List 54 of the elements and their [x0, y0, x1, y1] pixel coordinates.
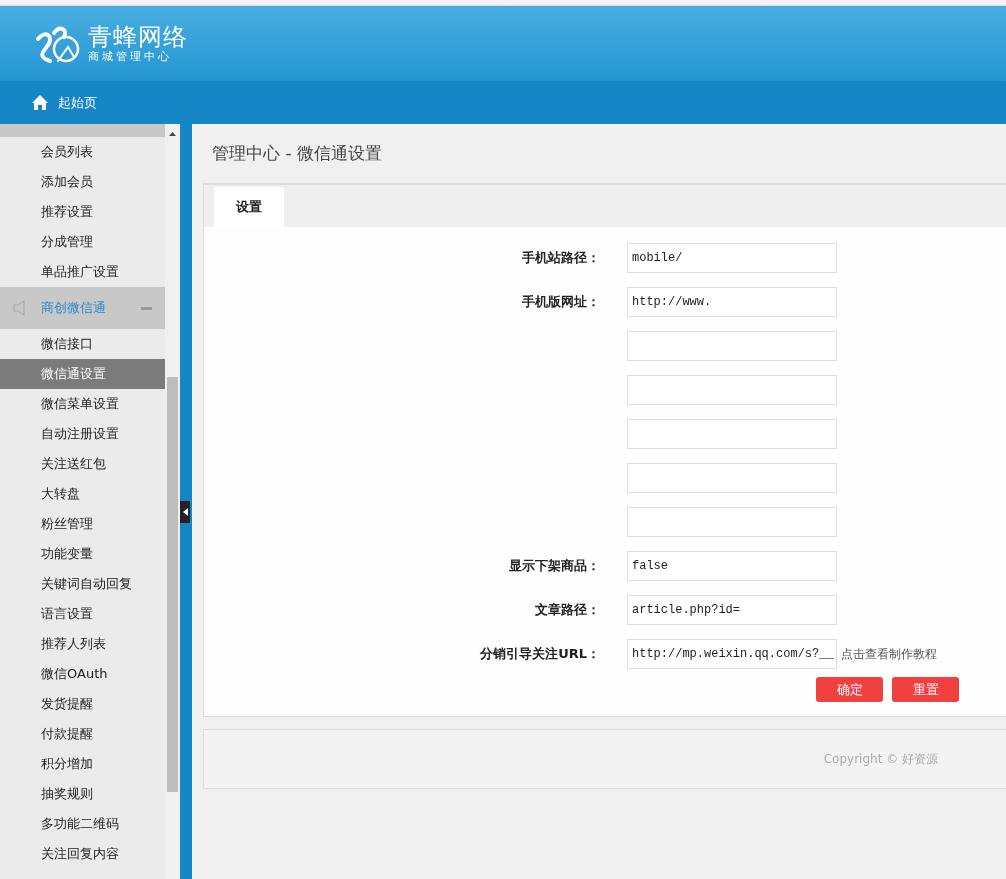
logo-subtitle: 商城管理中心: [88, 49, 173, 64]
sidebar-item[interactable]: 关键词自动回复: [0, 569, 165, 599]
sidebar-item[interactable]: 付款提醒: [0, 719, 165, 749]
field-label: 文章路径：: [534, 601, 601, 619]
field-label: 手机版网址：: [521, 293, 601, 311]
scrollbar[interactable]: [165, 124, 180, 879]
copyright-text: Copyright © 好资源: [823, 750, 938, 768]
triangle-left-icon: [182, 508, 188, 516]
sidebar-item[interactable]: 大转盘: [0, 479, 165, 509]
home-link[interactable]: 起始页: [58, 93, 97, 112]
sidebar-item[interactable]: 微信接口: [0, 329, 165, 359]
input-field[interactable]: [627, 375, 837, 405]
sidebar-item[interactable]: 微信OAuth: [0, 659, 165, 689]
speaker-icon: [13, 300, 27, 316]
field-label: 手机站路径：: [521, 249, 601, 267]
sidebar-item[interactable]: 分成管理: [0, 227, 165, 257]
input-field[interactable]: [627, 419, 837, 449]
sidebar-item[interactable]: 推荐设置: [0, 197, 165, 227]
tutorial-link[interactable]: 点击查看制作教程: [837, 645, 937, 663]
sidebar-item[interactable]: 粉丝管理: [0, 509, 165, 539]
input-field[interactable]: [627, 507, 837, 537]
input-field[interactable]: [627, 331, 837, 361]
input-field[interactable]: http://www.: [627, 287, 837, 317]
sidebar-item[interactable]: 会员列表: [0, 137, 165, 167]
sidebar-item[interactable]: 积分增加: [0, 749, 165, 779]
sidebar-item[interactable]: 推荐人列表: [0, 629, 165, 659]
logo-title: 青蜂网络: [88, 23, 188, 50]
collapse-toggle[interactable]: [180, 501, 190, 523]
sidebar-item[interactable]: 关注送红包: [0, 449, 165, 479]
sidebar-item[interactable]: 多功能二维码: [0, 809, 165, 839]
home-icon[interactable]: [32, 95, 48, 110]
sidebar-item[interactable]: 发货提醒: [0, 689, 165, 719]
sidebar-item[interactable]: 添加会员: [0, 167, 165, 197]
sidebar-item[interactable]: 关注回复内容: [0, 839, 165, 869]
input-field[interactable]: [627, 463, 837, 493]
sidebar-item[interactable]: 微信通设置: [0, 359, 165, 389]
sidebar-item[interactable]: 语言设置: [0, 599, 165, 629]
input-field[interactable]: false: [627, 551, 837, 581]
form-button[interactable]: 重置: [892, 677, 959, 702]
input-field[interactable]: http://mp.weixin.qq.com/s?__: [627, 639, 837, 669]
collapse-icon[interactable]: [141, 306, 152, 310]
sidebar-item[interactable]: 单品推广设置: [0, 257, 165, 287]
sidebar-item[interactable]: 抽奖规则: [0, 779, 165, 809]
form-button[interactable]: 确定: [816, 677, 883, 702]
sidebar-item[interactable]: 微信菜单设置: [0, 389, 165, 419]
sidebar-item[interactable]: 自动注册设置: [0, 419, 165, 449]
sidebar-item[interactable]: 功能变量: [0, 539, 165, 569]
input-field[interactable]: article.php?id=: [627, 595, 837, 625]
group-label: 商创微信通: [41, 299, 106, 317]
tab[interactable]: 设置: [214, 187, 284, 227]
field-label: 显示下架商品：: [508, 557, 601, 575]
scrollbar-thumb[interactable]: [167, 377, 178, 792]
field-label: 分销引导关注URL：: [479, 645, 601, 663]
input-field[interactable]: mobile/: [627, 243, 837, 273]
